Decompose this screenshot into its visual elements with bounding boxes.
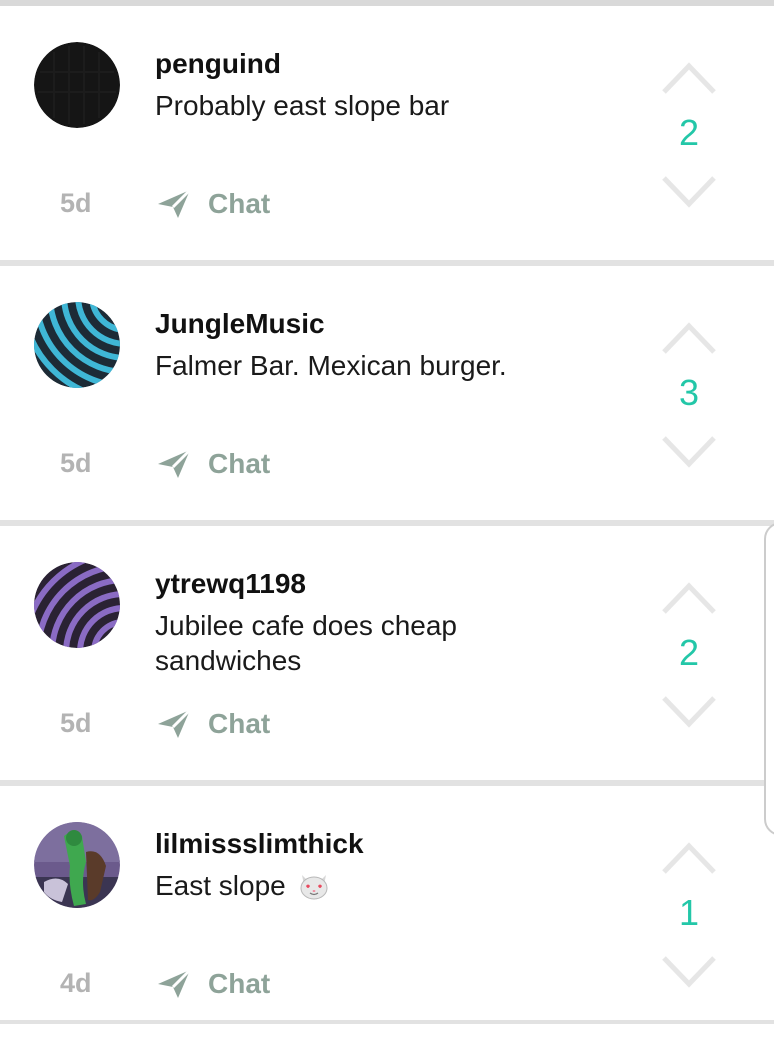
chat-label: Chat xyxy=(208,188,271,219)
edge-panel-handle[interactable] xyxy=(764,522,774,836)
chevron-down-icon xyxy=(662,436,716,468)
chat-button[interactable]: Chat xyxy=(156,182,270,226)
paper-plane-icon xyxy=(158,448,192,478)
comment-age: 4d xyxy=(60,968,92,998)
chat-button[interactable]: Chat xyxy=(156,442,270,486)
chevron-up-icon xyxy=(662,582,716,614)
paper-plane-icon xyxy=(158,708,192,738)
user-avatar[interactable] xyxy=(34,822,120,908)
comment-age: 5d xyxy=(60,448,92,478)
user-avatar[interactable] xyxy=(34,562,120,648)
chevron-down-icon xyxy=(662,696,716,728)
bottom-edge xyxy=(0,1020,774,1024)
chevron-up-icon xyxy=(662,842,716,874)
user-avatar[interactable] xyxy=(34,42,120,128)
comment-age: 5d xyxy=(60,188,92,218)
comment-card: penguind Probably east slope bar 5d Chat… xyxy=(0,6,774,266)
chevron-down-icon xyxy=(662,956,716,988)
upvote-button[interactable] xyxy=(660,840,718,876)
chat-label: Chat xyxy=(208,968,271,999)
comment-text-content: East slope xyxy=(155,870,286,901)
comment-text: Probably east slope bar xyxy=(155,90,450,121)
comment-text: Falmer Bar. Mexican burger. xyxy=(155,350,507,381)
vote-score: 2 xyxy=(678,112,700,153)
comment-age: 5d xyxy=(60,708,92,738)
username[interactable]: JungleMusic xyxy=(155,308,325,340)
comment-card: JungleMusic Falmer Bar. Mexican burger. … xyxy=(0,266,774,526)
chevron-down-icon xyxy=(662,176,716,208)
paper-plane-icon xyxy=(158,968,192,998)
downvote-button[interactable] xyxy=(660,954,718,990)
comment-feed: penguind Probably east slope bar 5d Chat… xyxy=(0,6,774,1040)
chat-button[interactable]: Chat xyxy=(156,962,270,1006)
chat-button[interactable]: Chat xyxy=(156,702,270,746)
vote-score: 2 xyxy=(678,632,700,673)
username[interactable]: ytrewq1198 xyxy=(155,568,306,600)
username[interactable]: penguind xyxy=(155,48,281,80)
downvote-button[interactable] xyxy=(660,434,718,470)
paper-plane-icon xyxy=(158,188,192,218)
comment-text: Jubilee cafe does cheap sandwiches xyxy=(155,610,457,676)
comment-text: East slope xyxy=(155,868,535,903)
downvote-button[interactable] xyxy=(660,694,718,730)
upvote-button[interactable] xyxy=(660,60,718,96)
username[interactable]: lilmissslimthick xyxy=(155,828,364,860)
heart-eyes-cat-emoji xyxy=(300,875,328,900)
vote-score: 1 xyxy=(678,892,700,933)
upvote-button[interactable] xyxy=(660,320,718,356)
user-avatar[interactable] xyxy=(34,302,120,388)
chevron-up-icon xyxy=(662,322,716,354)
comment-card: ytrewq1198 Jubilee cafe does cheap sandw… xyxy=(0,526,774,786)
comment-card: lilmissslimthick East slope 4d Chat 1 xyxy=(0,786,774,1040)
chat-label: Chat xyxy=(208,708,271,739)
downvote-button[interactable] xyxy=(660,174,718,210)
chevron-up-icon xyxy=(662,62,716,94)
upvote-button[interactable] xyxy=(660,580,718,616)
vote-score: 3 xyxy=(678,372,700,413)
chat-label: Chat xyxy=(208,448,271,479)
